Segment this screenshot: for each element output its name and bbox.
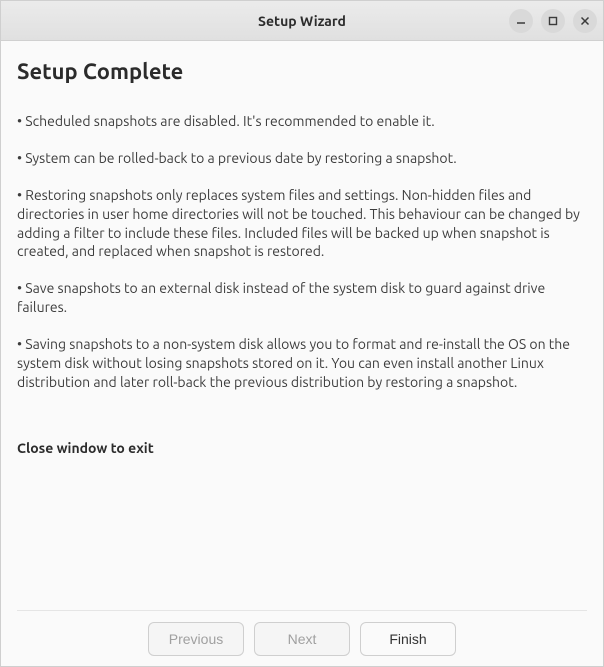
content-area: Setup Complete • Scheduled snapshots are… bbox=[1, 41, 603, 666]
bullet-text: Restoring snapshots only replaces system… bbox=[17, 187, 580, 260]
titlebar: Setup Wizard bbox=[1, 1, 603, 41]
bullet-text: System can be rolled-back to a previous … bbox=[25, 150, 456, 166]
finish-button[interactable]: Finish bbox=[360, 622, 456, 656]
previous-button[interactable]: Previous bbox=[148, 622, 244, 656]
close-button[interactable] bbox=[573, 9, 597, 33]
bullet-item: • System can be rolled-back to a previou… bbox=[17, 149, 587, 168]
window-title: Setup Wizard bbox=[258, 13, 346, 29]
page-heading: Setup Complete bbox=[17, 59, 587, 84]
footer-buttons: Previous Next Finish bbox=[17, 610, 587, 666]
maximize-button[interactable] bbox=[541, 9, 565, 33]
bullet-text: Saving snapshots to a non-system disk al… bbox=[17, 336, 570, 390]
close-hint: Close window to exit bbox=[17, 440, 587, 456]
setup-wizard-window: Setup Wizard Setup Complete • Scheduled … bbox=[0, 0, 604, 667]
bullet-text: Scheduled snapshots are disabled. It's r… bbox=[25, 113, 434, 129]
bullet-item: • Scheduled snapshots are disabled. It's… bbox=[17, 112, 587, 131]
minimize-button[interactable] bbox=[509, 9, 533, 33]
bullet-item: • Restoring snapshots only replaces syst… bbox=[17, 186, 587, 262]
bullet-item: • Save snapshots to an external disk ins… bbox=[17, 279, 587, 317]
close-icon bbox=[580, 16, 590, 26]
maximize-icon bbox=[548, 16, 558, 26]
window-controls bbox=[509, 9, 597, 33]
next-button[interactable]: Next bbox=[254, 622, 350, 656]
bullet-item: • Saving snapshots to a non-system disk … bbox=[17, 335, 587, 392]
bullet-text: Save snapshots to an external disk inste… bbox=[17, 280, 545, 315]
minimize-icon bbox=[516, 16, 526, 26]
